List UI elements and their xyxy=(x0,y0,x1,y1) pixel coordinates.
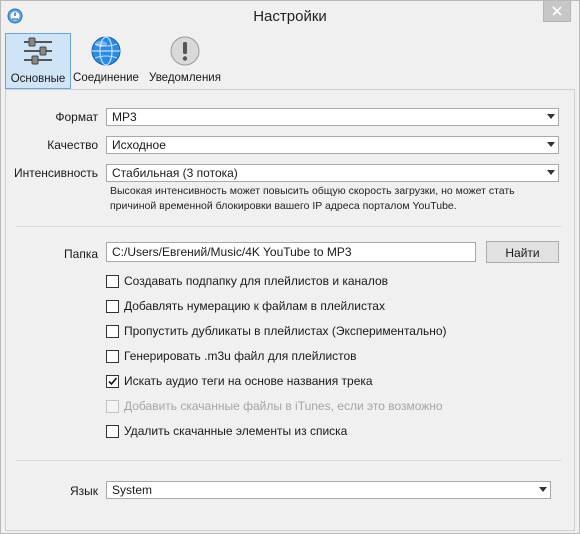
tab-notifications-label: Уведомления xyxy=(149,72,221,84)
intensity-select[interactable]: Стабильная (3 потока) xyxy=(106,164,559,182)
format-select[interactable]: MP3 xyxy=(106,108,559,126)
format-label: Формат xyxy=(55,110,98,124)
checkbox-box[interactable] xyxy=(106,425,119,438)
intensity-label: Интенсивность xyxy=(13,166,98,180)
globe-icon xyxy=(90,35,122,70)
settings-window: Настройки Основные Соединение Уведомлени… xyxy=(0,0,580,534)
checkbox-label: Пропустить дубликаты в плейлистах (Экспе… xyxy=(124,324,447,338)
chevron-down-icon xyxy=(547,170,555,175)
format-value: MP3 xyxy=(112,110,137,124)
checkbox-label: Искать аудио теги на основе названия тре… xyxy=(124,374,373,388)
checkbox-label: Добавить скачанные файлы в iTunes, если … xyxy=(124,399,443,413)
quality-value: Исходное xyxy=(112,138,166,152)
divider xyxy=(16,460,562,461)
tab-connection[interactable]: Соединение xyxy=(71,33,141,87)
checkbox-box[interactable] xyxy=(106,275,119,288)
intensity-hint: Высокая интенсивность может повысить общ… xyxy=(110,184,560,214)
hint-line: Высокая интенсивность может повысить общ… xyxy=(110,185,515,197)
close-button[interactable] xyxy=(543,1,571,22)
window-title: Настройки xyxy=(253,8,327,25)
general-settings-panel: Формат MP3 Качество Исходное Интенсивнос… xyxy=(5,89,575,531)
intensity-value: Стабильная (3 потока) xyxy=(112,166,238,180)
chevron-down-icon xyxy=(547,142,555,147)
checkbox-box[interactable] xyxy=(106,300,119,313)
divider xyxy=(16,226,562,227)
tab-general[interactable]: Основные xyxy=(5,33,71,89)
folder-path-field[interactable]: C:/Users/Евгений/Music/4K YouTube to MP3 xyxy=(106,242,476,262)
hint-line: причиной временной блокировки вашего IP … xyxy=(110,200,457,212)
checkmark-icon xyxy=(108,377,118,386)
quality-select[interactable]: Исходное xyxy=(106,136,559,154)
checkbox-box xyxy=(106,400,119,413)
checkbox-label: Удалить скачанные элементы из списка xyxy=(124,424,348,438)
exclamation-icon xyxy=(169,35,201,70)
checkbox-label: Добавлять нумерацию к файлам в плейлиста… xyxy=(124,299,385,313)
checkbox-label: Генерировать .m3u файл для плейлистов xyxy=(124,349,357,363)
checkbox-box[interactable] xyxy=(106,350,119,363)
settings-toolbar: Основные Соединение Уведомления xyxy=(1,33,579,89)
browse-button[interactable]: Найти xyxy=(486,241,559,263)
close-icon xyxy=(552,6,562,16)
language-label: Язык xyxy=(69,484,98,498)
title-bar: Настройки xyxy=(1,1,579,33)
sliders-icon xyxy=(20,36,56,69)
folder-label: Папка xyxy=(64,247,98,261)
chevron-down-icon xyxy=(547,114,555,119)
quality-label: Качество xyxy=(47,138,98,152)
tab-connection-label: Соединение xyxy=(73,72,139,84)
chevron-down-icon xyxy=(539,487,547,492)
language-value: System xyxy=(112,483,153,497)
tab-notifications[interactable]: Уведомления xyxy=(147,33,223,87)
checkbox-box[interactable] xyxy=(106,375,119,388)
checkbox-box[interactable] xyxy=(106,325,119,338)
language-select[interactable]: System xyxy=(106,481,551,499)
checkbox-label: Создавать подпапку для плейлистов и кана… xyxy=(124,274,389,288)
tab-general-label: Основные xyxy=(10,73,66,85)
